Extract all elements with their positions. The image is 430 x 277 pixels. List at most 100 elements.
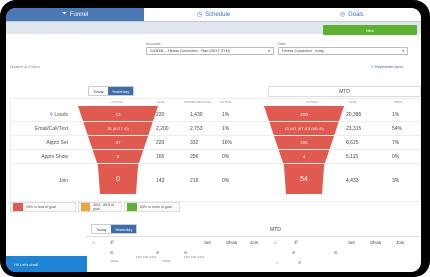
phone-icon: ✆ — [294, 240, 299, 246]
new-button[interactable]: New — [323, 25, 417, 35]
leads-goal: 220 — [156, 112, 165, 118]
sub-head-fast-due: FAST DUE (2/EO) — [136, 256, 157, 259]
appts-show-mtd-pct: 0% — [392, 154, 400, 160]
home-icon: ⌂ — [276, 260, 279, 265]
updated-text: Updated at 3:08pm — [10, 65, 40, 69]
row-label-email: Email/Call/Text — [34, 126, 68, 132]
join-mtd-actual: 54 — [300, 176, 308, 183]
appts-set-actual: 37 — [115, 140, 121, 145]
message-icon: ✉ — [334, 250, 338, 255]
legend-low: 26% or less of goal — [10, 202, 76, 212]
email-goal: 2,200 — [156, 126, 169, 132]
head-mtd-set: Set — [348, 240, 355, 245]
appts-show-proj: 256 — [190, 154, 199, 160]
accounts-label: Accounts: — [146, 42, 162, 46]
row-divider — [10, 163, 421, 164]
appts-set-goal: 220 — [156, 140, 165, 146]
email-proj: 2,753 — [190, 126, 203, 132]
email-actual: 25 (8 /17 /0) — [107, 126, 129, 131]
head-set: Set — [204, 240, 211, 245]
leads-pct: 1% — [222, 112, 230, 118]
appts-show-mtd-goal: 5,115 — [346, 154, 359, 160]
clock-icon: ◷ — [196, 12, 203, 18]
refresh-icon: ↻ — [371, 65, 374, 69]
leads-actual: 13 — [115, 112, 121, 117]
chevron-down-icon: ▾ — [268, 49, 270, 53]
appts-set-mtd-goal: 8,625 — [346, 140, 359, 146]
appts-set-pct: 16% — [222, 140, 233, 146]
appts-show-goal: 165 — [156, 154, 165, 160]
head-mtd-show: Show — [370, 240, 382, 245]
leads-mtd-pct: 1% — [392, 112, 400, 118]
message-icon: ✉ — [156, 250, 160, 255]
row-divider — [10, 121, 421, 122]
mtd-header: MTD — [268, 86, 421, 97]
join-mtd-goal: 4,433 — [346, 178, 359, 184]
chat-bubble-icon: ✉ — [110, 250, 114, 255]
leads-mtd-actual: 200 — [300, 112, 308, 117]
tab-goals[interactable]: ◎ Goals — [283, 8, 421, 21]
head-join: Join — [250, 240, 259, 245]
message-icon: ✉ — [184, 250, 188, 255]
appts-show-actual: 0 — [116, 154, 120, 159]
accounts-select[interactable]: 2118008 -- Fitness Connection - Titan (N… — [146, 47, 274, 55]
chat-widget-button[interactable]: Hi! Let's chat! — [6, 256, 87, 272]
email-mtd-actual: 13,147 (67 /13,080 /0) — [284, 126, 324, 131]
join-goal: 143 — [156, 178, 165, 184]
bottom-period-toggle: Today Yesterday — [91, 224, 138, 234]
period-toggle: Today Yesterday — [88, 86, 135, 96]
funnel-icon: ⏷ — [62, 11, 67, 17]
tab-schedule[interactable]: ◷ Schedule — [144, 8, 282, 21]
join-actual: 0 — [116, 176, 120, 183]
email-mtd-goal: 23,315 — [346, 126, 362, 132]
legend-swatch — [81, 203, 91, 211]
leads-proj: 1,439 — [190, 112, 203, 118]
row-label-appts-set: Appts Set — [46, 140, 68, 146]
sub-head-inside-2: INSIDE — [162, 260, 171, 263]
chat-bubble-icon: ✉ — [292, 250, 296, 255]
legend-mid: 35% - 85% of goal — [78, 202, 122, 212]
home-icon: ⌂ — [274, 240, 278, 246]
join-proj: 219 — [190, 178, 199, 184]
col-projected: PROJECTED GOAL — [184, 100, 212, 104]
target-icon: ◎ — [339, 12, 346, 18]
search-icon: ⚲ — [49, 112, 53, 118]
appts-set-mtd-pct: 7% — [392, 140, 400, 146]
join-mtd-pct: 3% — [392, 178, 400, 184]
appts-set-proj: 332 — [190, 140, 199, 146]
yesterday-toggle[interactable]: Yesterday — [107, 87, 134, 95]
bottom-divider — [86, 236, 421, 237]
row-divider — [10, 149, 421, 150]
phone-icon: ✆ — [298, 260, 302, 265]
bottom-yesterday-toggle[interactable]: Yesterday — [110, 225, 137, 233]
row-label-join: Join — [58, 178, 68, 184]
legend-high: 85% or more of goal — [124, 202, 180, 212]
head-show: Show — [226, 240, 238, 245]
regenerate-report-link[interactable]: ↻ Regenerate report — [371, 65, 403, 69]
legend-swatch — [13, 203, 23, 211]
row-label-appts-show: Appts Show — [41, 154, 68, 160]
col-actual-pct: ACTUAL — [220, 100, 232, 104]
bottom-today-toggle[interactable]: Today — [92, 225, 111, 233]
head-mtd-join: Join — [396, 240, 405, 245]
col-mtd-proj: PROJ — [393, 100, 402, 104]
sub-head-fast-due-2: FAST DUE (2/EO) — [184, 256, 205, 259]
col-mtd-goal: GOAL — [348, 100, 358, 104]
chevron-down-icon: ▾ — [402, 49, 404, 53]
date-select[interactable]: Fitness Connection - Irving ▾ — [278, 47, 408, 55]
appts-set-mtd-actual: 181 — [300, 140, 308, 145]
join-pct: 0% — [222, 178, 230, 184]
device-frame: { "nav": { "tabs": [ {"label": "Funnel",… — [0, 0, 430, 277]
bottom-mtd-title: MTD — [270, 227, 281, 233]
row-divider — [10, 135, 421, 136]
appts-show-mtd-actual: 4 — [302, 154, 306, 159]
row-label-leads[interactable]: ⚲ Leads — [12, 112, 68, 118]
sub-head-inside: INSIDE — [110, 260, 119, 263]
email-mtd-pct: 54% — [392, 126, 403, 132]
appts-show-pct: 0% — [222, 154, 230, 160]
date-label: Date: — [278, 42, 287, 46]
legend-swatch — [127, 203, 137, 211]
tab-funnel[interactable]: ⏷ Funnel — [6, 8, 145, 21]
leads-mtd-goal: 20,385 — [346, 112, 362, 118]
today-toggle[interactable]: Today — [89, 87, 108, 95]
